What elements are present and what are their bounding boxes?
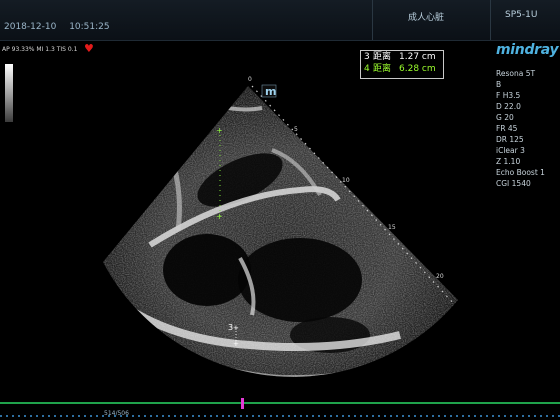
measurement-label: 距离 bbox=[373, 52, 392, 62]
cine-timeline[interactable] bbox=[0, 402, 560, 404]
measurement-row[interactable]: 3 距离 1.27 cm bbox=[361, 51, 443, 63]
measurement-value: 1.27 cm bbox=[399, 52, 436, 62]
caliper-endpoint: + bbox=[216, 126, 223, 135]
measurement-value: 6.28 cm bbox=[399, 64, 436, 74]
caliper-endpoint: + bbox=[233, 340, 239, 348]
depth-label: 10 bbox=[342, 177, 350, 184]
ultrasound-image[interactable]: 0 5 10 15 20 m + + 3 + + bbox=[0, 0, 560, 420]
measurement-results: 3 距离 1.27 cm 4 距离 6.28 cm bbox=[360, 50, 444, 79]
measurement-index: 3 bbox=[364, 52, 370, 62]
cine-frame-dots bbox=[0, 415, 560, 417]
depth-label: 5 bbox=[294, 126, 298, 133]
measurement-row[interactable]: 4 距离 6.28 cm bbox=[361, 63, 443, 75]
orientation-marker: m bbox=[265, 85, 276, 98]
depth-label: 20 bbox=[436, 273, 444, 280]
caliper-endpoint: + bbox=[216, 212, 223, 221]
cine-position-marker[interactable] bbox=[241, 398, 244, 409]
depth-label: 0 bbox=[248, 76, 252, 83]
measurement-index: 4 bbox=[364, 64, 370, 74]
caliper-endpoint: + bbox=[233, 324, 239, 332]
depth-label: 15 bbox=[388, 224, 396, 231]
measurement-label: 距离 bbox=[373, 64, 392, 74]
